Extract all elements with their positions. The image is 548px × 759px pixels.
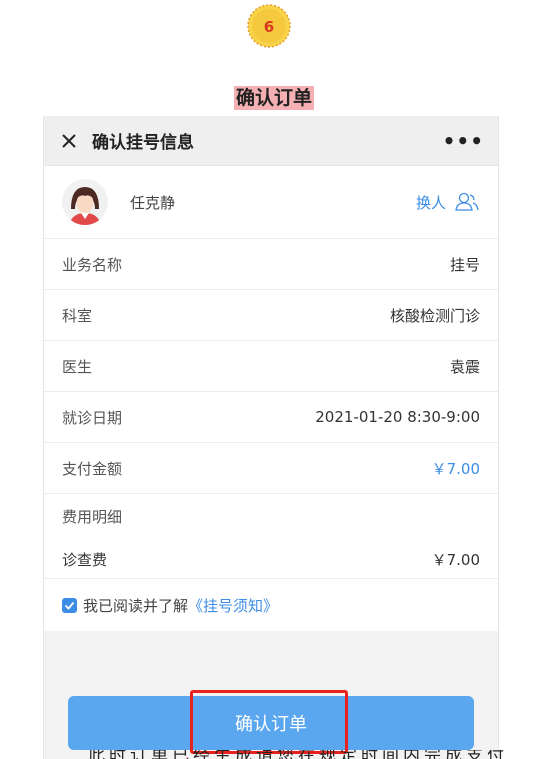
payment-amount: ￥7.00 bbox=[431, 459, 480, 478]
phone-screen: 确认挂号信息 ••• 任克静 换人 业务名称 挂号 科室 核酸检测门诊 医生 袁… bbox=[43, 116, 499, 759]
switch-patient-label: 换人 bbox=[415, 193, 446, 212]
more-icon[interactable]: ••• bbox=[443, 129, 484, 153]
confirm-order-button[interactable]: 确认订单 bbox=[68, 696, 474, 750]
agreement-row: 我已阅读并了解 《挂号须知》 bbox=[44, 579, 498, 631]
navbar: 确认挂号信息 ••• bbox=[44, 116, 498, 166]
agreement-text: 我已阅读并了解 bbox=[83, 596, 189, 615]
info-label: 就诊日期 bbox=[62, 408, 123, 427]
close-icon[interactable] bbox=[58, 130, 80, 152]
step-badge: 6 bbox=[246, 3, 292, 49]
info-row-department: 科室 核酸检测门诊 bbox=[44, 290, 498, 341]
info-label: 支付金额 bbox=[62, 459, 123, 478]
patient-row: 任克静 换人 bbox=[44, 166, 498, 239]
info-row-doctor: 医生 袁震 bbox=[44, 341, 498, 392]
info-label: 医生 bbox=[62, 357, 93, 376]
step-number: 6 bbox=[264, 18, 274, 36]
info-value: 核酸检测门诊 bbox=[389, 306, 480, 325]
switch-patient-button[interactable]: 换人 bbox=[416, 192, 480, 213]
bottom-caption: 此时订单已经生成请您在规定时间内完成支付 bbox=[88, 750, 543, 759]
order-card: 任克静 换人 业务名称 挂号 科室 核酸检测门诊 医生 袁震 就诊日期 2021… bbox=[44, 166, 498, 631]
avatar bbox=[62, 179, 108, 225]
info-row-date: 就诊日期 2021-01-20 8:30-9:00 bbox=[44, 392, 498, 443]
switch-user-icon bbox=[455, 192, 479, 211]
page-title: 确认挂号信息 bbox=[92, 133, 194, 153]
info-row-amount: 支付金额 ￥7.00 bbox=[44, 443, 498, 494]
info-row-business: 业务名称 挂号 bbox=[44, 239, 498, 290]
step-title: 确认订单 bbox=[0, 86, 548, 110]
fee-details-title: 费用明细 bbox=[62, 508, 123, 526]
fee-item-label: 诊查费 bbox=[62, 550, 108, 569]
info-label: 业务名称 bbox=[62, 255, 123, 274]
checkmark-icon bbox=[64, 601, 75, 610]
agreement-checkbox[interactable] bbox=[62, 597, 77, 613]
registration-notice-link[interactable]: 《挂号须知》 bbox=[188, 595, 278, 616]
step-title-text: 确认订单 bbox=[233, 86, 314, 110]
info-value: 2021-01-20 8:30-9:00 bbox=[315, 408, 480, 426]
info-value: 挂号 bbox=[449, 255, 480, 274]
fee-details: 费用明细 诊查费 ￥7.00 bbox=[44, 494, 498, 579]
fee-item: 诊查费 ￥7.00 bbox=[62, 540, 480, 578]
info-value: 袁震 bbox=[449, 357, 480, 376]
info-label: 科室 bbox=[62, 306, 93, 325]
fee-item-value: ￥7.00 bbox=[431, 550, 480, 569]
bottom-caption-text: 此时订单已经生成请您在规定时间内完成支付 bbox=[88, 750, 543, 759]
patient-name: 任克静 bbox=[130, 193, 176, 212]
